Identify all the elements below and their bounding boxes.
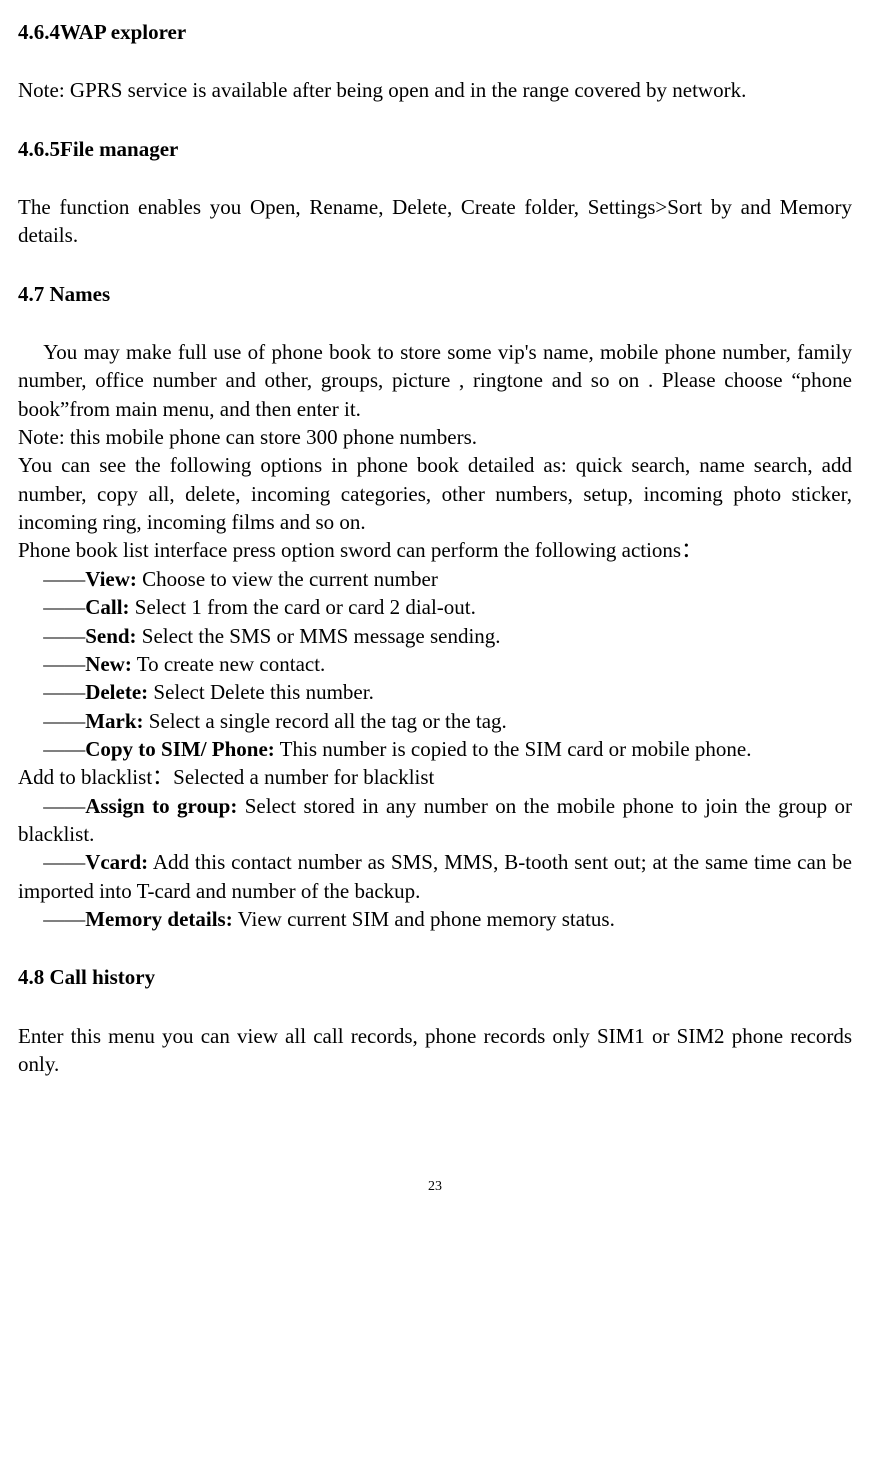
intro-47-4: Phone book list interface press option s… [18,536,852,564]
option-copy-sim: ——Copy to SIM/ Phone: This number is cop… [18,735,852,763]
option-text: This number is copied to the SIM card or… [275,737,752,761]
intro-47-1: You may make full use of phone book to s… [18,338,852,423]
option-vcard: ——Vcard: Add this contact number as SMS,… [18,848,852,905]
option-prefix: —— [43,624,85,648]
option-prefix: —— [43,737,85,761]
body-48: Enter this menu you can view all call re… [18,1022,852,1079]
option-label: Send: [85,624,136,648]
option-text: Choose to view the current number [137,567,438,591]
option-label: View: [85,567,137,591]
option-text: Select the SMS or MMS message sending. [137,624,501,648]
option-assign-group: ——Assign to group: Select stored in any … [18,792,852,849]
heading-464: 4.6.4WAP explorer [18,18,852,46]
intro-47-3: You can see the following options in pho… [18,451,852,536]
option-memory-details: ——Memory details: View current SIM and p… [18,905,852,933]
option-prefix: —— [43,794,85,818]
option-text: To create new contact. [132,652,325,676]
heading-47: 4.7 Names [18,280,852,308]
body-464: Note: GPRS service is available after be… [18,76,852,104]
option-prefix: —— [43,652,85,676]
option-call: ——Call: Select 1 from the card or card 2… [18,593,852,621]
option-text: View current SIM and phone memory status… [233,907,615,931]
option-label: New: [85,652,132,676]
option-label: Vcard: [85,850,148,874]
option-prefix: —— [43,709,85,733]
option-delete: ——Delete: Select Delete this number. [18,678,852,706]
option-view: ——View: Choose to view the current numbe… [18,565,852,593]
option-label: Copy to SIM/ Phone: [85,737,275,761]
blacklist-line: Add to blacklist：Selected a number for b… [18,763,852,791]
option-prefix: —— [43,907,85,931]
option-label: Call: [85,595,129,619]
option-prefix: —— [43,850,85,874]
option-text: Select a single record all the tag or th… [144,709,507,733]
option-text: Select 1 from the card or card 2 dial-ou… [130,595,476,619]
intro-47-2: Note: this mobile phone can store 300 ph… [18,423,852,451]
option-prefix: —— [43,595,85,619]
heading-465: 4.6.5File manager [18,135,852,163]
option-text: Select Delete this number. [148,680,374,704]
heading-48: 4.8 Call history [18,963,852,991]
option-label: Mark: [85,709,143,733]
option-send: ——Send: Select the SMS or MMS message se… [18,622,852,650]
option-new: ——New: To create new contact. [18,650,852,678]
body-465: The function enables you Open, Rename, D… [18,193,852,250]
option-prefix: —— [43,567,85,591]
page-number: 23 [18,1178,852,1197]
option-label: Assign to group: [85,794,237,818]
option-mark: ——Mark: Select a single record all the t… [18,707,852,735]
option-prefix: —— [43,680,85,704]
option-label: Memory details: [85,907,233,931]
option-label: Delete: [85,680,148,704]
